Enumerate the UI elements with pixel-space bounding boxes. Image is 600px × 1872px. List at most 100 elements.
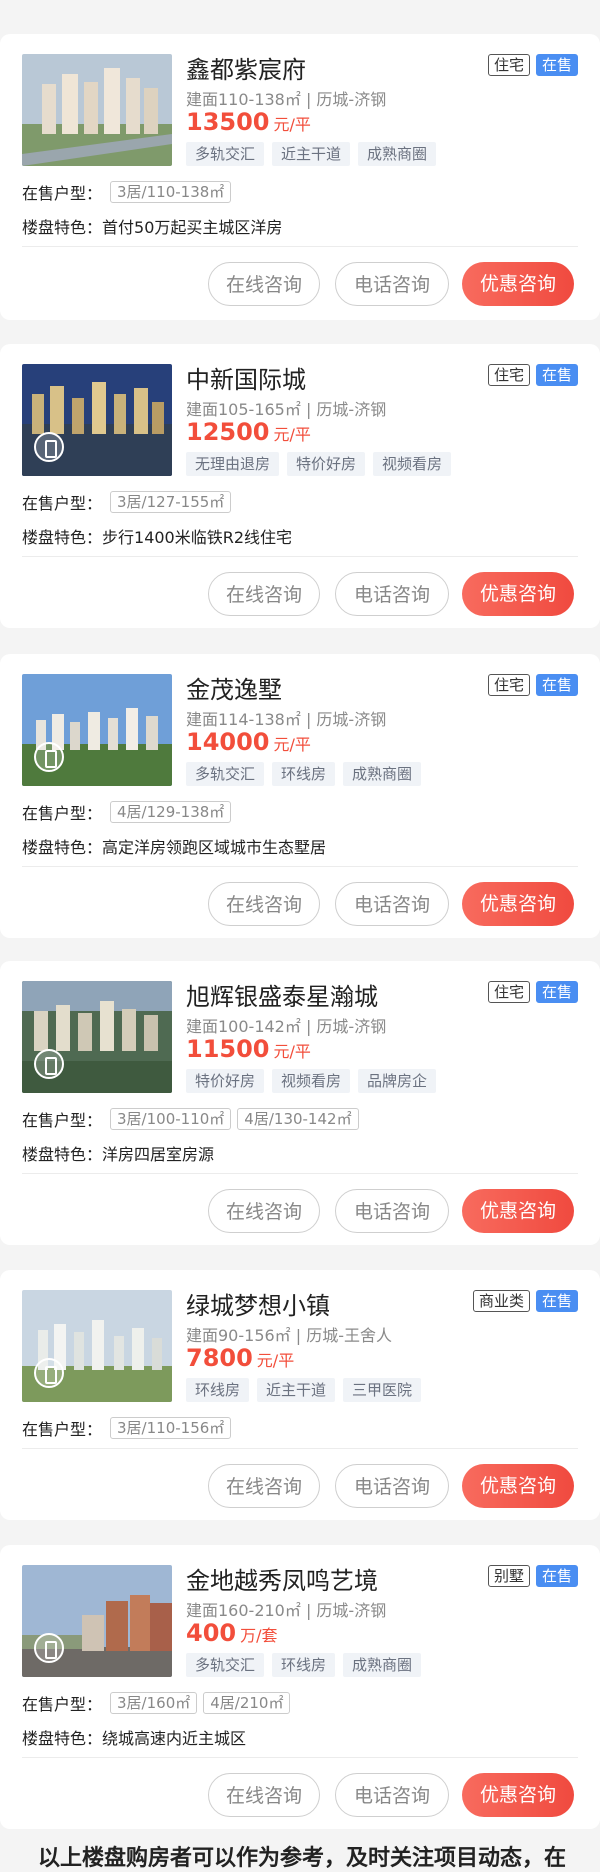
- online-consult-button[interactable]: 在线咨询: [208, 882, 320, 926]
- price: 13500 元/平: [186, 108, 311, 136]
- property-title[interactable]: 鑫都紫宸府: [186, 50, 306, 85]
- property-type-badge: 住宅: [487, 364, 530, 386]
- online-consult-button[interactable]: 在线咨询: [208, 262, 320, 306]
- price: 400 万/套: [186, 1619, 278, 1647]
- tag: 近主干道: [272, 142, 351, 166]
- price-unit: 元/平: [273, 735, 311, 754]
- discount-consult-button[interactable]: 优惠咨询: [462, 1189, 574, 1233]
- unit-type: 4居/129-138㎡: [110, 801, 232, 823]
- online-consult-button[interactable]: 在线咨询: [208, 572, 320, 616]
- area-location: 建面160-210㎡ | 历城-济钢: [186, 1601, 387, 1620]
- units-row: 在售户型： 3居/100-110㎡ 4居/130-142㎡: [22, 1107, 365, 1131]
- listing-card[interactable]: 中新国际城 住宅 在售 建面105-165㎡ | 历城-济钢 12500 元/平 …: [0, 344, 600, 628]
- price-unit: 元/平: [273, 425, 311, 444]
- feature-row: 楼盘特色： 洋房四居室房源: [22, 1141, 214, 1165]
- phone-consult-button[interactable]: 电话咨询: [335, 1189, 449, 1233]
- online-consult-button[interactable]: 在线咨询: [208, 1464, 320, 1508]
- badges: 别墅 在售: [487, 1565, 578, 1587]
- badges: 商业类 在售: [472, 1290, 578, 1312]
- tag: 环线房: [272, 1653, 336, 1677]
- online-consult-button[interactable]: 在线咨询: [208, 1189, 320, 1233]
- tag: 多轨交汇: [186, 762, 265, 786]
- discount-consult-button[interactable]: 优惠咨询: [462, 1773, 574, 1817]
- price-value: 13500: [186, 108, 270, 136]
- tag-list: 特价好房 视频看房 品牌房企: [186, 1069, 437, 1093]
- tag: 多轨交汇: [186, 142, 265, 166]
- badges: 住宅 在售: [487, 364, 578, 386]
- listing-card[interactable]: 旭辉银盛泰星瀚城 住宅 在售 建面100-142㎡ | 历城-济钢 11500 元…: [0, 961, 600, 1245]
- discount-consult-button[interactable]: 优惠咨询: [462, 262, 574, 306]
- divider: [22, 1173, 578, 1174]
- area-location: 建面114-138㎡ | 历城-济钢: [186, 710, 387, 729]
- units-row: 在售户型： 3居/110-156㎡: [22, 1416, 237, 1440]
- video-play-icon[interactable]: [34, 1358, 64, 1388]
- tag: 特价好房: [186, 1069, 265, 1093]
- tag: 品牌房企: [358, 1069, 437, 1093]
- property-type-badge: 住宅: [487, 674, 530, 696]
- phone-consult-button[interactable]: 电话咨询: [335, 262, 449, 306]
- phone-consult-button[interactable]: 电话咨询: [335, 1773, 449, 1817]
- unit-type: 4居/210㎡: [203, 1692, 291, 1714]
- tag: 视频看房: [373, 452, 452, 476]
- property-photo[interactable]: [22, 1565, 172, 1677]
- tag: 视频看房: [272, 1069, 351, 1093]
- property-photo[interactable]: [22, 981, 172, 1093]
- property-title[interactable]: 旭辉银盛泰星瀚城: [186, 977, 378, 1012]
- units-label: 在售户型：: [22, 1695, 103, 1714]
- property-photo[interactable]: [22, 674, 172, 786]
- price: 7800 元/平: [186, 1344, 294, 1372]
- sale-status-badge: 在售: [535, 364, 578, 386]
- phone-consult-button[interactable]: 电话咨询: [335, 1464, 449, 1508]
- listing-card[interactable]: 金茂逸墅 住宅 在售 建面114-138㎡ | 历城-济钢 14000 元/平 多…: [0, 654, 600, 938]
- listing-card[interactable]: 金地越秀凤鸣艺境 别墅 在售 建面160-210㎡ | 历城-济钢 400 万/套…: [0, 1545, 600, 1829]
- tag-list: 无理由退房 特价好房 视频看房: [186, 452, 452, 476]
- tag: 成熟商圈: [343, 762, 422, 786]
- feature-text: 洋房四居室房源: [102, 1145, 215, 1164]
- sale-status-badge: 在售: [535, 1565, 578, 1587]
- divider: [22, 1448, 578, 1449]
- area-location: 建面90-156㎡ | 历城-王舍人: [186, 1326, 393, 1345]
- property-title[interactable]: 绿城梦想小镇: [186, 1286, 330, 1321]
- tag-list: 环线房 近主干道 三甲医院: [186, 1378, 422, 1402]
- property-type-badge: 住宅: [487, 981, 530, 1003]
- tag: 成熟商圈: [358, 142, 437, 166]
- video-play-icon[interactable]: [34, 742, 64, 772]
- tag: 无理由退房: [186, 452, 280, 476]
- phone-consult-button[interactable]: 电话咨询: [335, 572, 449, 616]
- property-photo[interactable]: [22, 54, 172, 166]
- discount-consult-button[interactable]: 优惠咨询: [462, 1464, 574, 1508]
- listing-card[interactable]: 鑫都紫宸府 住宅 在售 建面110-138㎡ | 历城-济钢 13500 元/平 …: [0, 34, 600, 320]
- property-photo[interactable]: [22, 1290, 172, 1402]
- property-title[interactable]: 金茂逸墅: [186, 670, 282, 705]
- divider: [22, 866, 578, 867]
- property-title[interactable]: 金地越秀凤鸣艺境: [186, 1561, 378, 1596]
- area-location: 建面110-138㎡ | 历城-济钢: [186, 90, 387, 109]
- badges: 住宅 在售: [487, 981, 578, 1003]
- feature-text: 高定洋房领跑区域城市生态墅居: [102, 838, 327, 857]
- listing-card[interactable]: 绿城梦想小镇 商业类 在售 建面90-156㎡ | 历城-王舍人 7800 元/平…: [0, 1270, 600, 1520]
- video-play-icon[interactable]: [34, 432, 64, 462]
- online-consult-button[interactable]: 在线咨询: [208, 1773, 320, 1817]
- units-label: 在售户型：: [22, 804, 103, 823]
- discount-consult-button[interactable]: 优惠咨询: [462, 882, 574, 926]
- units-row: 在售户型： 4居/129-138㎡: [22, 800, 237, 824]
- tag-list: 多轨交汇 环线房 成熟商圈: [186, 762, 422, 786]
- tag: 成熟商圈: [343, 1653, 422, 1677]
- video-play-icon[interactable]: [34, 1049, 64, 1079]
- area-location: 建面100-142㎡ | 历城-济钢: [186, 1017, 387, 1036]
- unit-type: 3居/110-156㎡: [110, 1417, 232, 1439]
- unit-type: 3居/110-138㎡: [110, 181, 232, 203]
- divider: [22, 1757, 578, 1758]
- feature-label: 楼盘特色：: [22, 1729, 103, 1748]
- discount-consult-button[interactable]: 优惠咨询: [462, 572, 574, 616]
- units-label: 在售户型：: [22, 184, 103, 203]
- property-title[interactable]: 中新国际城: [186, 360, 306, 395]
- price-unit: 万/套: [240, 1626, 278, 1645]
- unit-type: 3居/100-110㎡: [110, 1108, 232, 1130]
- feature-row: 楼盘特色： 步行1400米临铁R2线住宅: [22, 524, 292, 548]
- property-photo[interactable]: [22, 364, 172, 476]
- phone-consult-button[interactable]: 电话咨询: [335, 882, 449, 926]
- video-play-icon[interactable]: [34, 1633, 64, 1663]
- property-type-badge: 住宅: [487, 54, 530, 76]
- badges: 住宅 在售: [487, 54, 578, 76]
